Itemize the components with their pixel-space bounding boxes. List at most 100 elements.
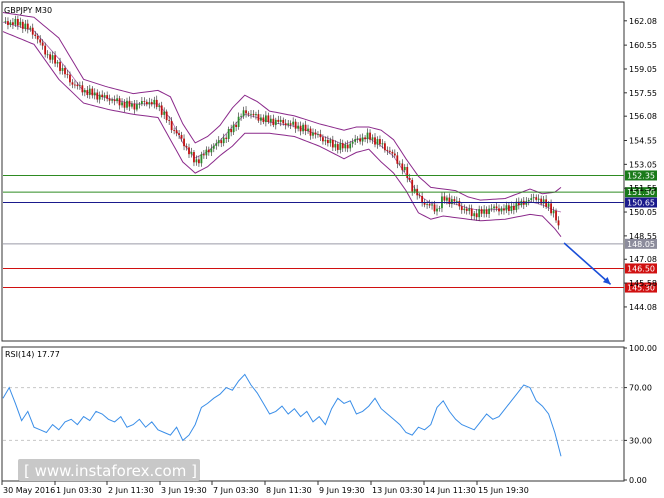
- candle-body: [16, 18, 19, 26]
- candle-body: [411, 179, 414, 192]
- candle-body: [193, 152, 195, 163]
- candle-body: [277, 119, 280, 122]
- candle-body: [140, 101, 143, 105]
- candle-body: [418, 195, 421, 197]
- candle-body: [29, 27, 32, 30]
- candle-body: [34, 34, 37, 36]
- candle-body: [436, 208, 438, 212]
- rsi-tick-label: 70.00: [629, 384, 652, 393]
- y-tick-label: 162.08: [629, 17, 657, 26]
- candle-body: [384, 143, 386, 151]
- candle-body: [289, 123, 292, 125]
- candle-body: [26, 23, 29, 30]
- candle-body: [545, 199, 548, 207]
- candle-body: [185, 146, 188, 148]
- candle-body: [118, 98, 121, 106]
- candle-body: [262, 117, 265, 123]
- candle-body: [66, 74, 69, 76]
- candle-body: [304, 124, 307, 131]
- candle-body: [108, 98, 111, 101]
- candle-body: [299, 125, 302, 132]
- candle-body: [341, 143, 344, 149]
- candle-body: [349, 143, 352, 149]
- candle-body: [391, 151, 394, 154]
- candle-body: [505, 205, 508, 211]
- candle-body: [473, 213, 476, 217]
- candle-body: [195, 159, 198, 163]
- candle-body: [220, 140, 223, 144]
- candle-body: [443, 196, 446, 201]
- y-tick-label: 145.58: [629, 279, 657, 288]
- candle-body: [46, 54, 49, 56]
- candle-body: [106, 95, 109, 99]
- candle-body: [465, 208, 468, 211]
- x-tick-label: 14 Jun 11:30: [425, 486, 476, 495]
- candle-body: [401, 163, 404, 171]
- candle-body: [359, 138, 362, 142]
- rsi-tick-label: 30.00: [629, 436, 652, 445]
- candle-body: [160, 105, 163, 115]
- candle-body: [326, 139, 329, 144]
- candle-body: [287, 123, 290, 126]
- candle-body: [421, 196, 424, 203]
- candle-body: [9, 22, 12, 25]
- candle-body: [309, 128, 312, 136]
- y-tick-label: 148.55: [629, 232, 657, 241]
- candle-body: [297, 125, 300, 129]
- candle-body: [165, 111, 168, 121]
- candle-body: [83, 90, 86, 93]
- candle-body: [319, 134, 322, 138]
- candle-body: [44, 45, 47, 55]
- candle-body: [331, 139, 334, 148]
- candle-body: [155, 99, 158, 107]
- chart-background: [0, 0, 664, 498]
- candle-body: [317, 134, 319, 135]
- candle-body: [200, 154, 203, 164]
- candle-body: [202, 154, 205, 156]
- candle-body: [483, 209, 486, 214]
- candle-body: [274, 119, 277, 126]
- candle-body: [406, 166, 409, 179]
- candle-body: [433, 204, 436, 212]
- candle-body: [376, 139, 379, 145]
- y-tick-label: 150.05: [629, 208, 657, 217]
- candle-body: [339, 143, 342, 150]
- candle-body: [245, 110, 247, 114]
- candle-body: [302, 124, 304, 132]
- candle-body: [180, 135, 183, 139]
- candle-body: [49, 54, 52, 60]
- candle-body: [488, 208, 490, 215]
- candle-body: [237, 116, 240, 127]
- candle-body: [344, 144, 347, 149]
- candle-body: [222, 137, 225, 144]
- candle-body: [269, 118, 272, 122]
- candle-body: [408, 178, 411, 180]
- candle-body: [527, 200, 530, 202]
- candle-body: [470, 208, 473, 217]
- candle-body: [374, 137, 376, 145]
- candle-body: [76, 84, 79, 87]
- candle-body: [4, 21, 7, 23]
- rsi-label: RSI(14) 17.77: [5, 350, 60, 359]
- rsi-tick-label: 100.00: [629, 344, 657, 353]
- y-tick-label: 157.55: [629, 89, 657, 98]
- candle-body: [356, 138, 359, 140]
- candle-body: [126, 100, 128, 108]
- candle-body: [247, 113, 250, 115]
- candle-body: [478, 209, 481, 218]
- candle-body: [7, 21, 9, 25]
- candle-body: [264, 115, 267, 123]
- candle-body: [336, 144, 339, 150]
- candle-body: [123, 102, 126, 108]
- candle-body: [282, 119, 285, 124]
- candle-body: [230, 129, 233, 133]
- candle-body: [19, 21, 22, 26]
- x-tick-label: 7 Jun 03:30: [213, 486, 259, 495]
- watermark-text: [ www.instaforex.com ]: [24, 462, 197, 480]
- candle-body: [24, 23, 27, 29]
- candle-body: [178, 133, 180, 136]
- candle-body: [364, 137, 366, 140]
- candle-body: [138, 104, 141, 105]
- x-tick-label: 13 Jun 03:30: [372, 486, 423, 495]
- candle-body: [386, 150, 389, 152]
